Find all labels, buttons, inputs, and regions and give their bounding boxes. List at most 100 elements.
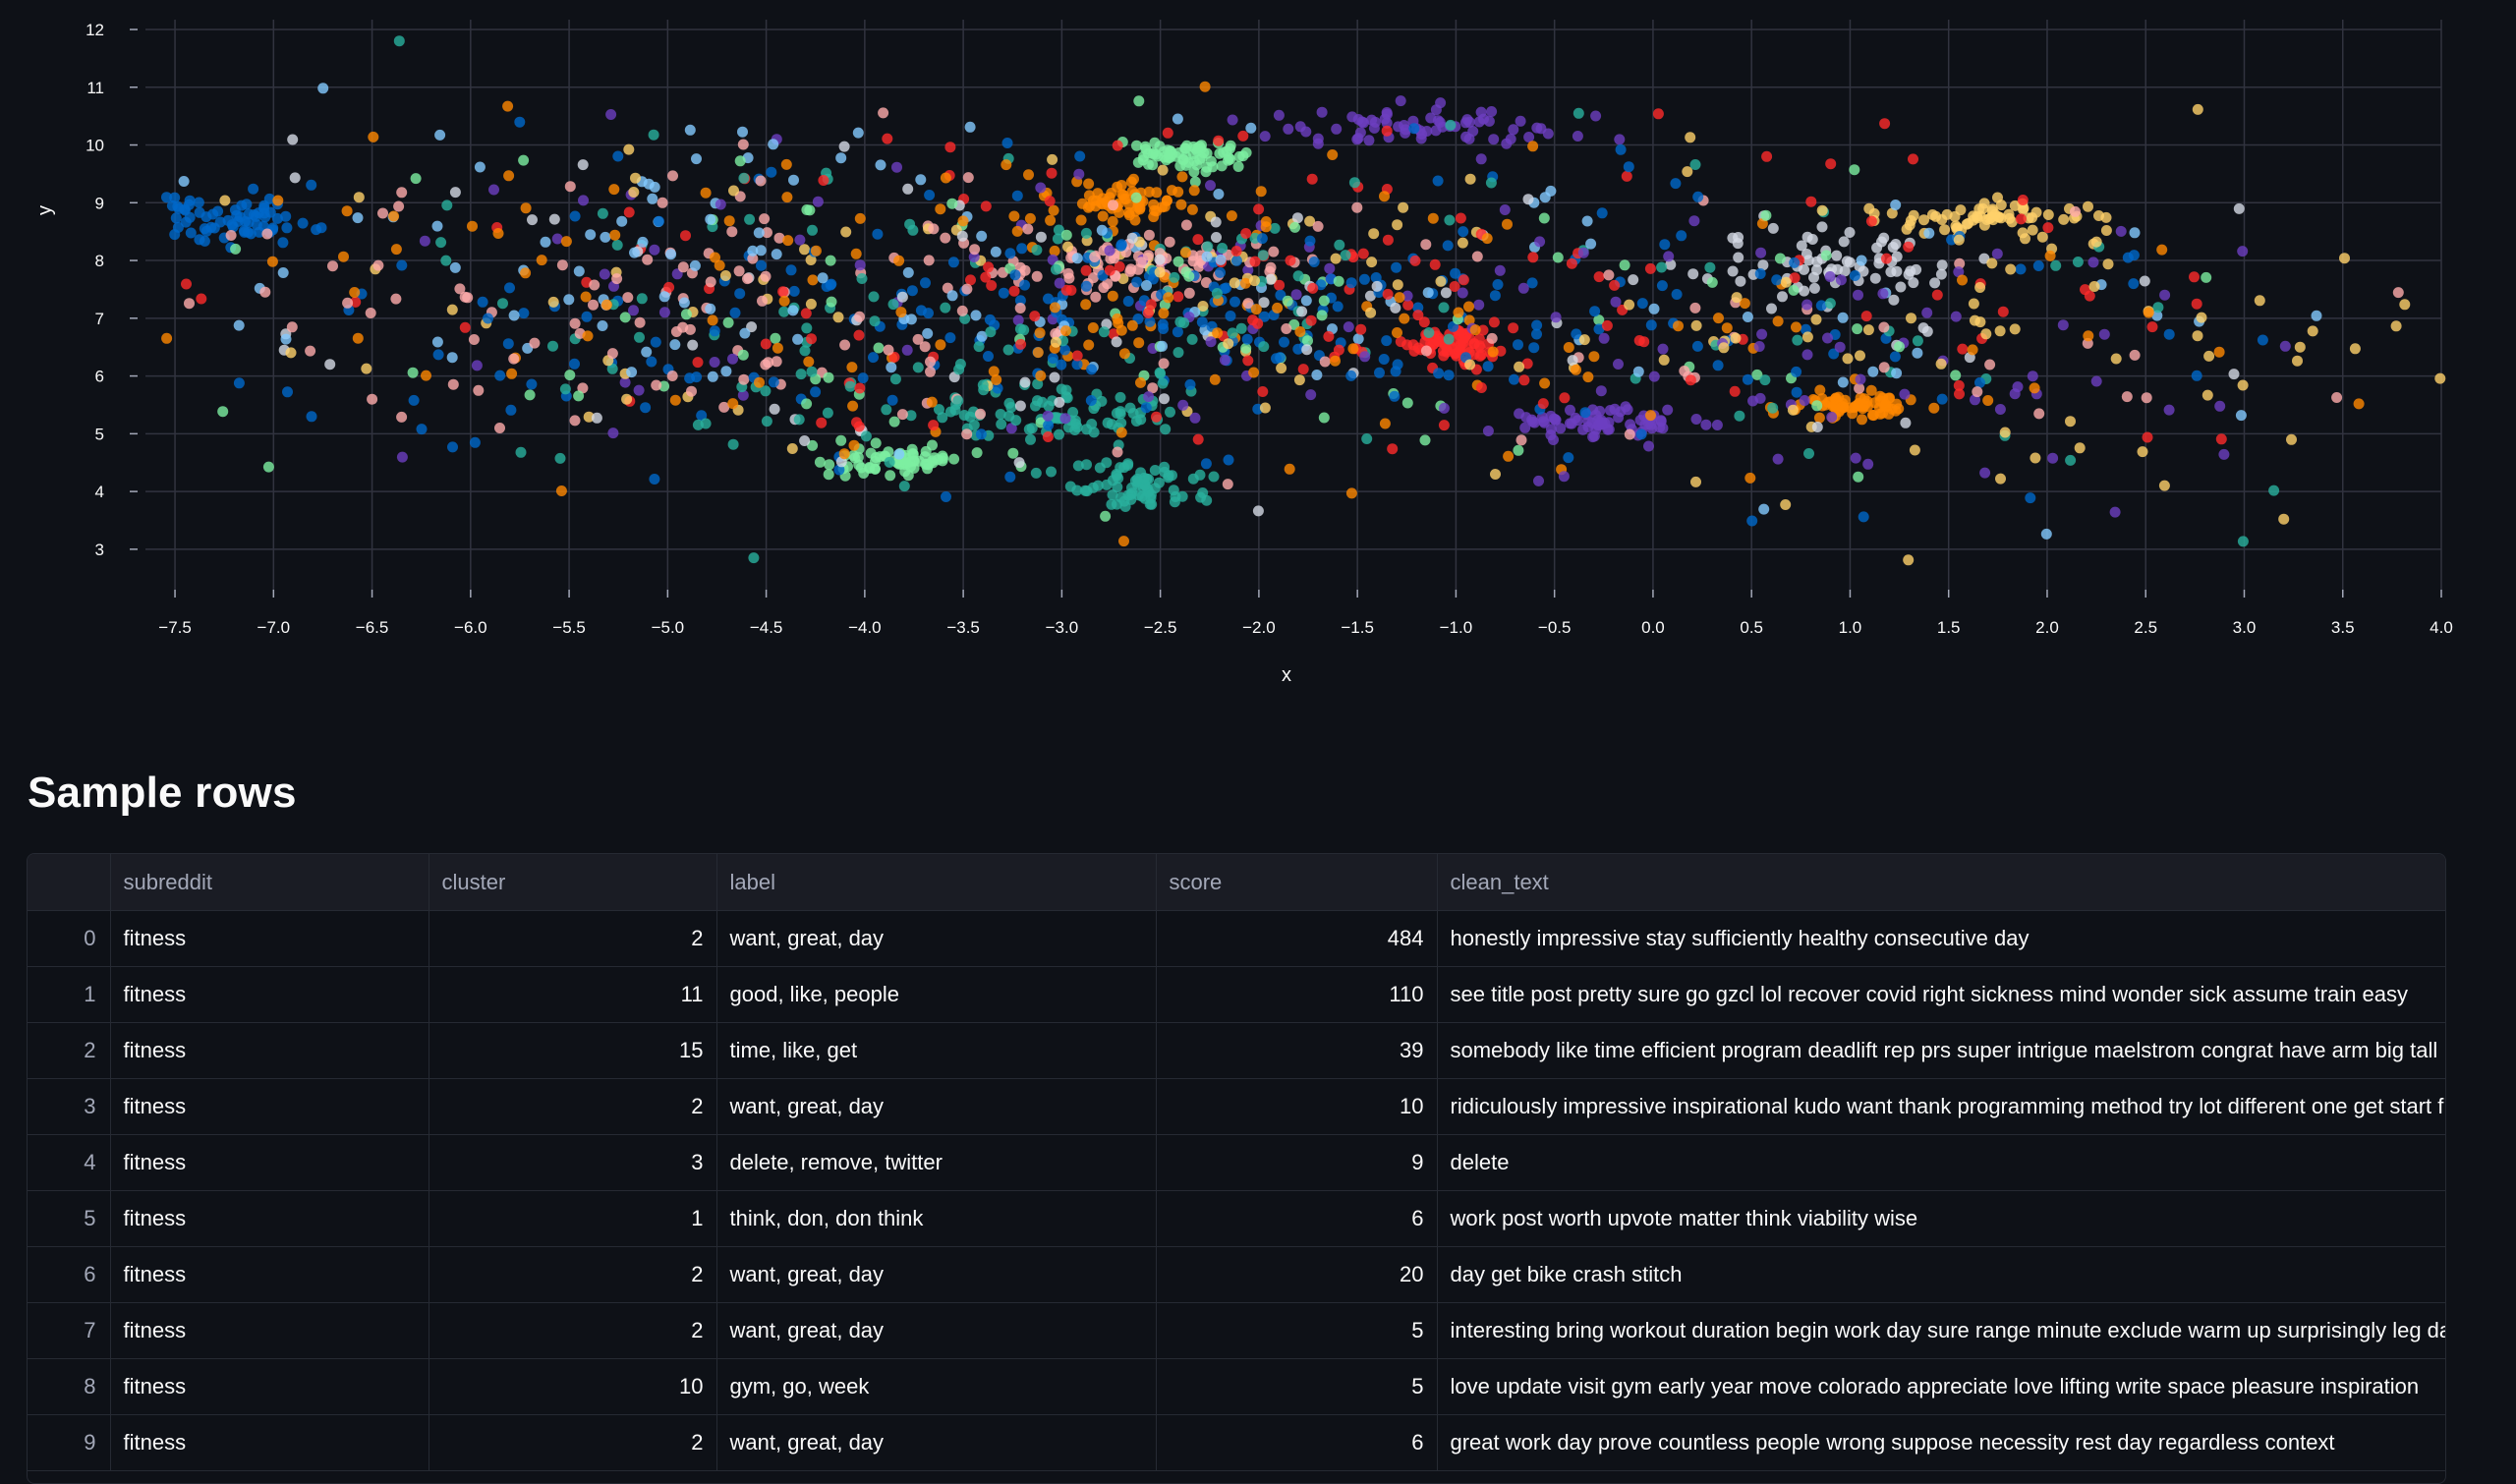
cell-score[interactable]: 484: [1156, 910, 1438, 967]
table-row[interactable]: 6 fitness 2 want, great, day 20 day get bike …: [28, 1246, 2445, 1303]
table-row[interactable]: 9 fitness 2 want, great, day 6 great work day…: [28, 1414, 2445, 1471]
row-index[interactable]: 8: [28, 1358, 111, 1415]
cell-subreddit[interactable]: fitness: [110, 1302, 429, 1359]
cell-subreddit[interactable]: fitness: [110, 910, 429, 967]
cell-score[interactable]: 39: [1156, 1022, 1438, 1079]
cell-cluster[interactable]: 2: [429, 910, 717, 967]
cell-cluster[interactable]: 10: [429, 1358, 717, 1415]
y-tick-label: 9: [95, 194, 104, 212]
cell-label[interactable]: gym, go, week: [716, 1358, 1157, 1415]
scatter-point: [1043, 400, 1055, 412]
cell-clean-text[interactable]: delete: [1437, 1134, 2445, 1191]
cell-subreddit[interactable]: fitness: [110, 1414, 429, 1471]
scatter-point: [1008, 285, 1020, 297]
row-index[interactable]: 6: [28, 1246, 111, 1303]
cell-cluster[interactable]: 2: [429, 1246, 717, 1303]
cell-clean-text[interactable]: love update visit gym early year move co…: [1437, 1358, 2445, 1415]
row-index[interactable]: 4: [28, 1134, 111, 1191]
scatter-point: [459, 321, 471, 333]
cell-subreddit[interactable]: fitness: [110, 966, 429, 1023]
cell-score[interactable]: 20: [1156, 1246, 1438, 1303]
cell-subreddit[interactable]: fitness: [110, 1246, 429, 1303]
cell-score[interactable]: 9: [1156, 1134, 1438, 1191]
cell-label[interactable]: want, great, day: [716, 1414, 1157, 1471]
table-row[interactable]: 0 fitness 2 want, great, day 484 honestly imp…: [28, 910, 2445, 967]
scatter-point: [1124, 265, 1136, 277]
cell-score[interactable]: 10: [1156, 1078, 1438, 1135]
scatter-point: [324, 359, 336, 371]
column-header-score[interactable]: score: [1156, 854, 1438, 911]
data-table[interactable]: subreddit cluster label score clean_text…: [27, 853, 2446, 1484]
table-row[interactable]: 3 fitness 2 want, great, day 10 ridiculously …: [28, 1078, 2445, 1135]
scatter-point: [169, 229, 181, 241]
row-index[interactable]: 5: [28, 1190, 111, 1247]
cell-subreddit[interactable]: fitness: [110, 1022, 429, 1079]
cell-clean-text[interactable]: work post worth upvote matter think viab…: [1437, 1190, 2445, 1247]
cell-label[interactable]: think, don, don think: [716, 1190, 1157, 1247]
scatter-point: [2015, 213, 2027, 225]
cell-score[interactable]: 5: [1156, 1358, 1438, 1415]
scatter-point: [1614, 134, 1626, 145]
row-index[interactable]: 0: [28, 910, 111, 967]
row-index[interactable]: 1: [28, 966, 111, 1023]
column-header-cluster[interactable]: cluster: [429, 854, 717, 911]
cell-score[interactable]: 6: [1156, 1190, 1438, 1247]
row-index[interactable]: 7: [28, 1302, 111, 1359]
cell-clean-text[interactable]: somebody like time efficient program dea…: [1437, 1022, 2445, 1079]
scatter-point: [447, 378, 459, 390]
cell-cluster[interactable]: 2: [429, 1302, 717, 1359]
cell-clean-text[interactable]: ridiculously impressive inspirational ku…: [1437, 1078, 2445, 1135]
cell-score[interactable]: 110: [1156, 966, 1438, 1023]
scatter-point: [1538, 417, 1550, 428]
scatter-point: [1671, 289, 1683, 300]
scatter-point: [868, 352, 879, 364]
scatter-point: [569, 210, 581, 222]
cell-label[interactable]: delete, remove, twitter: [716, 1134, 1157, 1191]
cell-subreddit[interactable]: fitness: [110, 1078, 429, 1135]
row-index[interactable]: 2: [28, 1022, 111, 1079]
table-row[interactable]: 1 fitness 11 good, like, people 110 see title…: [28, 966, 2445, 1023]
cell-score[interactable]: 5: [1156, 1302, 1438, 1359]
scatter-point: [1572, 415, 1583, 427]
cell-clean-text[interactable]: great work day prove countless people wr…: [1437, 1414, 2445, 1471]
scatter-point: [1379, 191, 1390, 202]
scatter-point: [520, 267, 532, 279]
table-row[interactable]: 4 fitness 3 delete, remove, twitter 9 delete: [28, 1134, 2445, 1191]
cell-cluster[interactable]: 2: [429, 1414, 717, 1471]
cell-cluster[interactable]: 2: [429, 1078, 717, 1135]
cell-label[interactable]: good, like, people: [716, 966, 1157, 1023]
cell-clean-text[interactable]: day get bike crash stitch: [1437, 1246, 2445, 1303]
cell-clean-text[interactable]: see title post pretty sure go gzcl lol r…: [1437, 966, 2445, 1023]
column-header-subreddit[interactable]: subreddit: [110, 854, 429, 911]
cell-cluster[interactable]: 3: [429, 1134, 717, 1191]
cell-clean-text[interactable]: interesting bring workout duration begin…: [1437, 1302, 2445, 1359]
cell-label[interactable]: want, great, day: [716, 1246, 1157, 1303]
column-header-index[interactable]: [28, 854, 111, 911]
cell-cluster[interactable]: 15: [429, 1022, 717, 1079]
table-row[interactable]: 8 fitness 10 gym, go, week 5 love update visi…: [28, 1358, 2445, 1415]
cell-clean-text[interactable]: honestly impressive stay sufficiently he…: [1437, 910, 2445, 967]
scatter-point: [727, 353, 738, 365]
column-header-label[interactable]: label: [716, 854, 1157, 911]
cell-label[interactable]: want, great, day: [716, 1078, 1157, 1135]
cell-cluster[interactable]: 11: [429, 966, 717, 1023]
cell-label[interactable]: want, great, day: [716, 910, 1157, 967]
cell-label[interactable]: time, like, get: [716, 1022, 1157, 1079]
scatter-point: [1444, 214, 1456, 226]
scatter-point: [446, 304, 458, 315]
cell-subreddit[interactable]: fitness: [110, 1134, 429, 1191]
scatter-point: [1742, 312, 1753, 322]
cell-subreddit[interactable]: fitness: [110, 1190, 429, 1247]
column-header-clean-text[interactable]: clean_text: [1437, 854, 2445, 911]
row-index[interactable]: 9: [28, 1414, 111, 1471]
cell-score[interactable]: 6: [1156, 1414, 1438, 1471]
table-row[interactable]: 7 fitness 2 want, great, day 5 interesting br…: [28, 1302, 2445, 1359]
scatter-chart[interactable]: −7.5 −7.0 −6.5 −6.0 −5.5 −5.0 −4.5 −4.0 −3.5 −3.0…: [0, 0, 2516, 708]
cell-subreddit[interactable]: fitness: [110, 1358, 429, 1415]
row-index[interactable]: 3: [28, 1078, 111, 1135]
cell-cluster[interactable]: 1: [429, 1190, 717, 1247]
scatter-point: [1083, 339, 1095, 351]
table-row[interactable]: 2 fitness 15 time, like, get 39 somebody like…: [28, 1022, 2445, 1079]
cell-label[interactable]: want, great, day: [716, 1302, 1157, 1359]
table-row[interactable]: 5 fitness 1 think, don, don think 6 work post…: [28, 1190, 2445, 1247]
